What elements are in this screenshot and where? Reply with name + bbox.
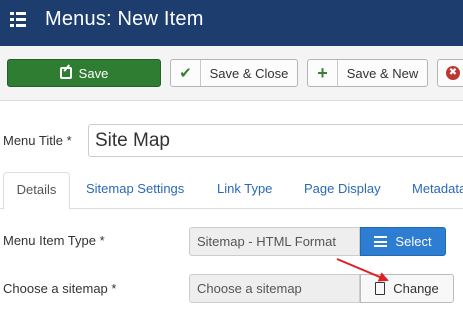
page: Menus: New Item Save ✔ Save & Close + Sa… <box>0 0 463 314</box>
annotation-arrow <box>336 258 389 282</box>
